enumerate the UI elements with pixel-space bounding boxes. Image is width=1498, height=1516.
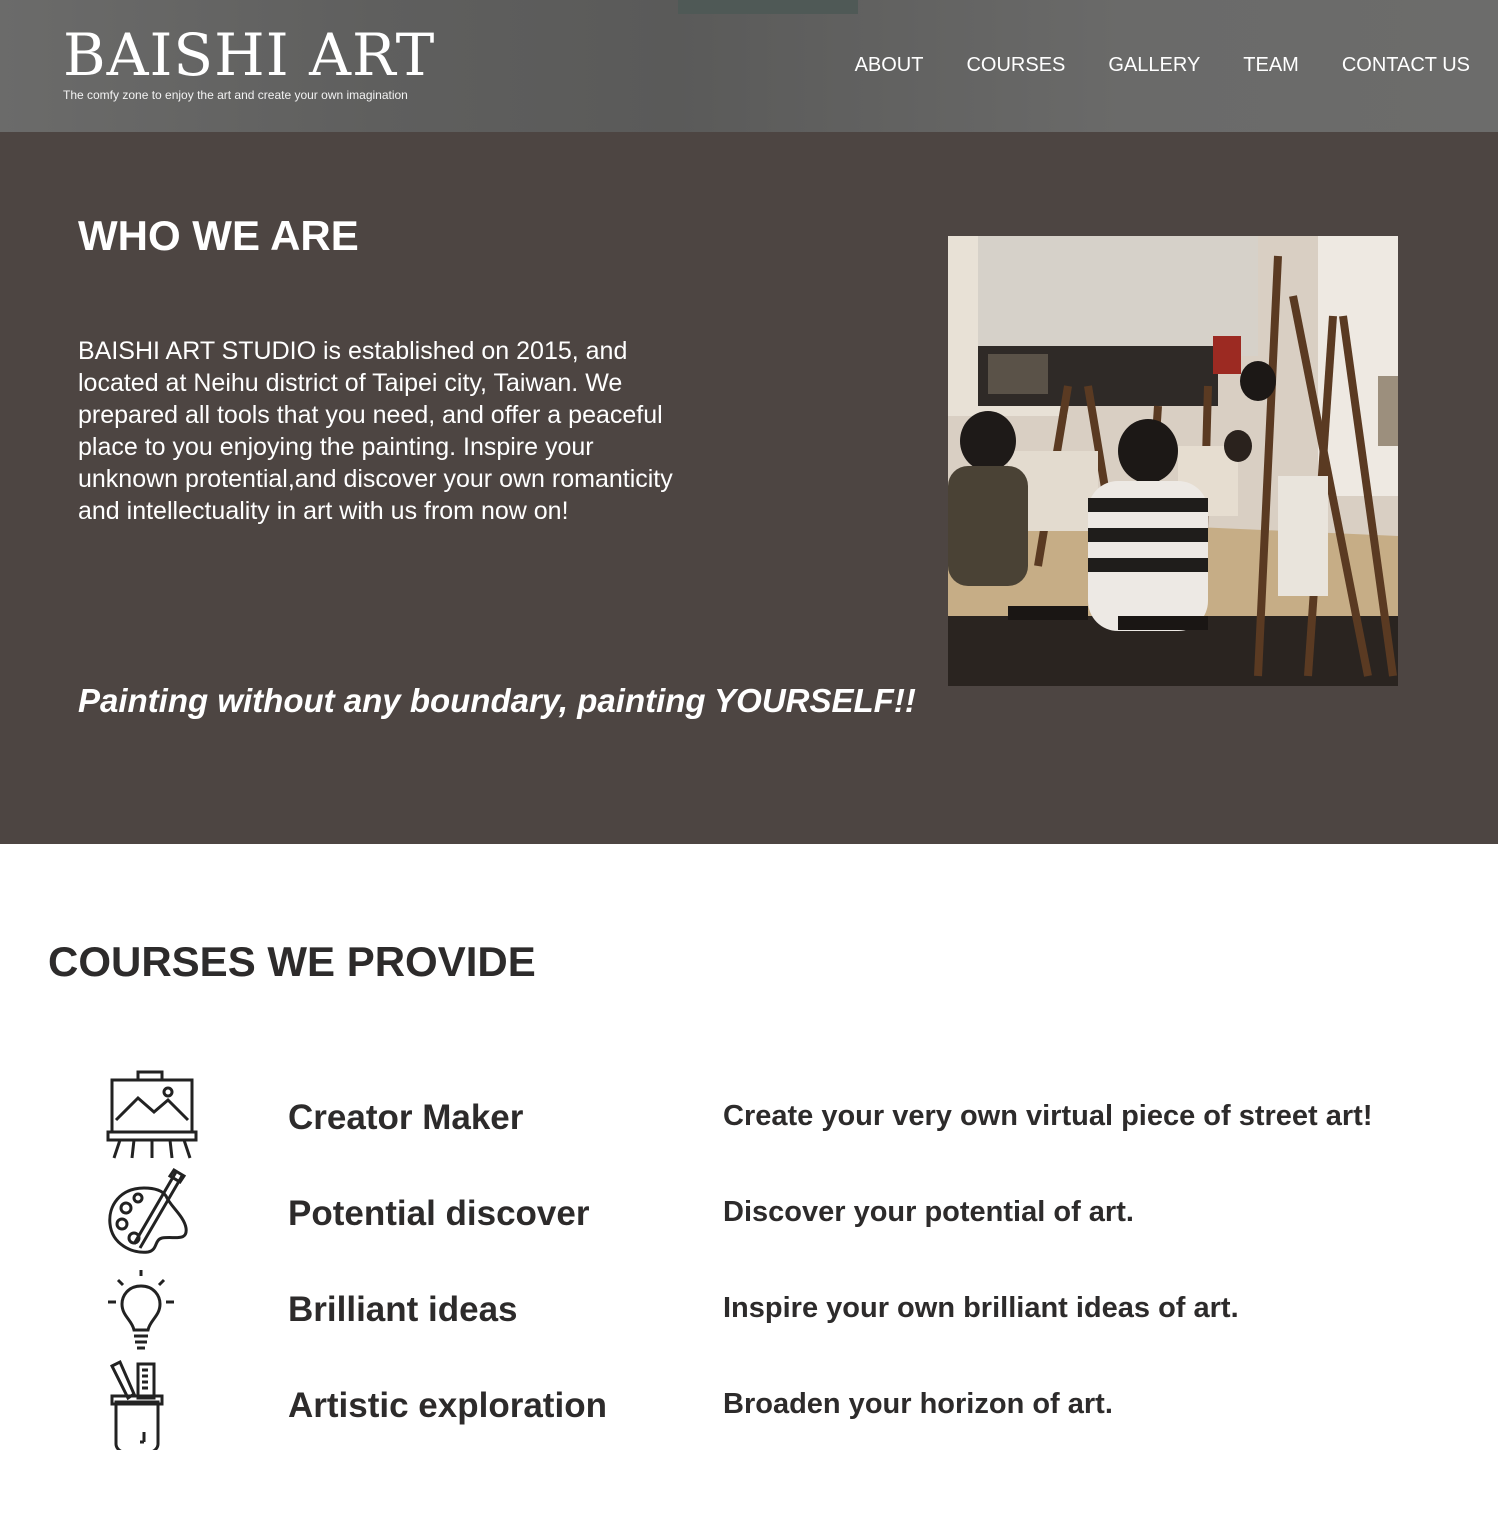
main-nav: ABOUT COURSES GALLERY TEAM CONTACT US <box>812 52 1470 78</box>
about-slogan: Painting without any boundary, painting … <box>78 682 916 719</box>
header-accent-strip <box>678 0 858 14</box>
about-description: BAISHI ART STUDIO is established on 2015… <box>78 337 673 525</box>
about-section: WHO WE ARE BAISHI ART STUDIO is establis… <box>0 132 1498 844</box>
brush-cup-icon <box>104 1358 200 1454</box>
course-description: Create your very own virtual piece of st… <box>723 1100 1373 1132</box>
palette-brush-icon <box>104 1166 200 1258</box>
course-description: Inspire your own brilliant ideas of art. <box>723 1292 1239 1324</box>
site-logo[interactable]: BAISHI ART <box>63 22 435 88</box>
nav-team[interactable]: TEAM <box>1243 52 1299 78</box>
site-header: BAISHI ART The comfy zone to enjoy the a… <box>0 0 1498 132</box>
course-item: Brilliant ideas Inspire your own brillia… <box>0 1262 1498 1354</box>
course-name: Brilliant ideas <box>288 1290 518 1329</box>
courses-title: COURSES WE PROVIDE <box>48 938 536 985</box>
nav-courses[interactable]: COURSES <box>966 52 1065 78</box>
nav-contact-us[interactable]: CONTACT US <box>1342 52 1470 78</box>
easel-icon <box>104 1070 200 1162</box>
course-name: Creator Maker <box>288 1098 524 1137</box>
course-description: Broaden your horizon of art. <box>723 1388 1113 1420</box>
about-title: WHO WE ARE <box>78 212 359 259</box>
site-tagline: The comfy zone to enjoy the art and crea… <box>63 88 408 102</box>
course-description: Discover your potential of art. <box>723 1196 1134 1228</box>
course-item: Creator Maker Create your very own virtu… <box>0 1070 1498 1162</box>
nav-gallery[interactable]: GALLERY <box>1108 52 1200 78</box>
course-item: Potential discover Discover your potenti… <box>0 1166 1498 1258</box>
course-name: Potential discover <box>288 1194 590 1233</box>
course-name: Artistic exploration <box>288 1386 607 1425</box>
lightbulb-icon <box>104 1262 200 1354</box>
studio-photo <box>948 236 1398 686</box>
course-item: Artistic exploration Broaden your horizo… <box>0 1358 1498 1454</box>
nav-about[interactable]: ABOUT <box>855 52 924 78</box>
